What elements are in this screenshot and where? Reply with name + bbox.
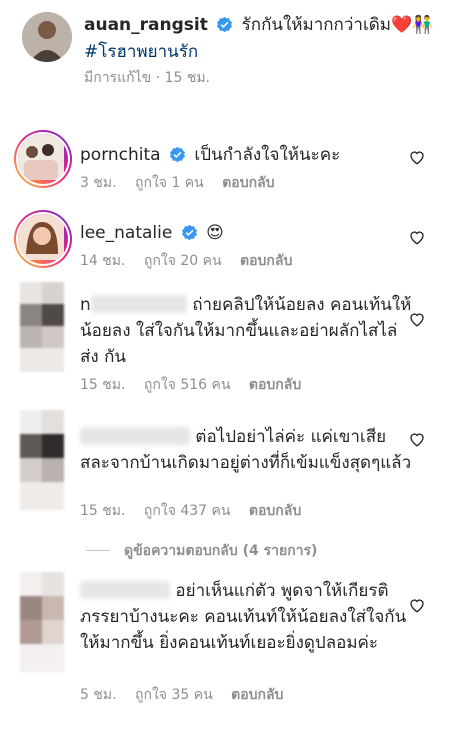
reply-button[interactable]: ตอบกลับ bbox=[222, 175, 274, 191]
comment-item: ต่อไปอย่าไล่ค่ะ แค่เขาเสียสละจากบ้านเกิด… bbox=[0, 410, 474, 520]
verified-badge-icon bbox=[217, 16, 233, 33]
comment-time: 15 ชม. bbox=[80, 377, 126, 393]
post-author-username[interactable]: auan_rangsit bbox=[84, 15, 208, 35]
reply-button[interactable]: ตอบกลับ bbox=[231, 687, 283, 703]
comment-item: lee_natalie 😍 14 ชม. ถูกใจ 20 คน ตอบกลับ bbox=[0, 210, 474, 270]
heart-outline-icon[interactable] bbox=[408, 310, 426, 328]
reply-button[interactable]: ตอบกลับ bbox=[249, 377, 301, 393]
comment-username[interactable]: lee_natalie bbox=[80, 223, 172, 243]
blurred-username bbox=[80, 581, 170, 599]
comment-item: อย่าเห็นแก่ตัว พูดจาให้เกียรติภรรยาบ้างน… bbox=[0, 572, 474, 712]
verified-badge-icon bbox=[181, 224, 197, 241]
heart-outline-icon[interactable] bbox=[408, 228, 426, 246]
hashtag-link[interactable]: #โรฮาพยานรัก bbox=[84, 42, 198, 62]
comment-like-count[interactable]: ถูกใจ 1 คน bbox=[135, 175, 204, 191]
post-author-avatar[interactable] bbox=[22, 12, 72, 62]
comment-time: 5 ชม. bbox=[80, 687, 117, 703]
heart-outline-icon[interactable] bbox=[408, 430, 426, 448]
comment-like-count[interactable]: ถูกใจ 516 คน bbox=[144, 377, 231, 393]
view-replies-button[interactable]: ดูข้อความตอบกลับ (4 รายการ) bbox=[86, 540, 317, 562]
comment-time: 14 ชม. bbox=[80, 253, 126, 269]
post-caption-text: รักกันให้มากกว่าเดิม bbox=[241, 15, 392, 35]
verified-badge-icon bbox=[170, 146, 185, 163]
blurred-username bbox=[90, 295, 187, 313]
comment-time: 15 ชม. bbox=[80, 503, 126, 519]
comment-avatar[interactable] bbox=[14, 210, 72, 268]
view-replies-label: ดูข้อความตอบกลับ (4 รายการ) bbox=[124, 543, 318, 559]
comment-text: 😍 bbox=[206, 223, 224, 243]
heart-outline-icon[interactable] bbox=[408, 596, 426, 614]
comment-item: n ถ่ายคลิปให้น้อยลง คอนเท้นให้น้อยลง ใส่… bbox=[0, 282, 474, 393]
blurred-username bbox=[80, 427, 190, 445]
blurred-avatar[interactable] bbox=[20, 282, 64, 372]
replies-divider-line bbox=[86, 550, 110, 551]
comment-like-count[interactable]: ถูกใจ 35 คน bbox=[135, 687, 213, 703]
blurred-avatar[interactable] bbox=[20, 572, 64, 672]
blurred-avatar[interactable] bbox=[20, 410, 64, 510]
post-caption: auan_rangsit รักกันให้มากกว่าเดิม❤️👫 #โร… bbox=[0, 0, 474, 112]
comment-item: pornchita เป็นกำลังใจให้นะคะ 3 ชม. ถูกใจ… bbox=[0, 130, 474, 191]
comment-avatar[interactable] bbox=[14, 130, 72, 188]
reply-button[interactable]: ตอบกลับ bbox=[240, 253, 292, 269]
comment-like-count[interactable]: ถูกใจ 437 คน bbox=[144, 503, 231, 519]
comment-text: เป็นกำลังใจให้นะคะ bbox=[194, 145, 341, 165]
comment-time: 3 ชม. bbox=[80, 175, 117, 191]
comment-username[interactable]: n bbox=[80, 295, 91, 315]
reply-button[interactable]: ตอบกลับ bbox=[249, 503, 301, 519]
post-caption-emoji: ❤️👫 bbox=[391, 15, 434, 35]
comment-like-count[interactable]: ถูกใจ 20 คน bbox=[144, 253, 222, 269]
comment-username[interactable]: pornchita bbox=[80, 145, 161, 165]
heart-outline-icon[interactable] bbox=[408, 148, 426, 166]
post-edited-meta: มีการแก้ไข · 15 ชม. bbox=[84, 70, 210, 86]
